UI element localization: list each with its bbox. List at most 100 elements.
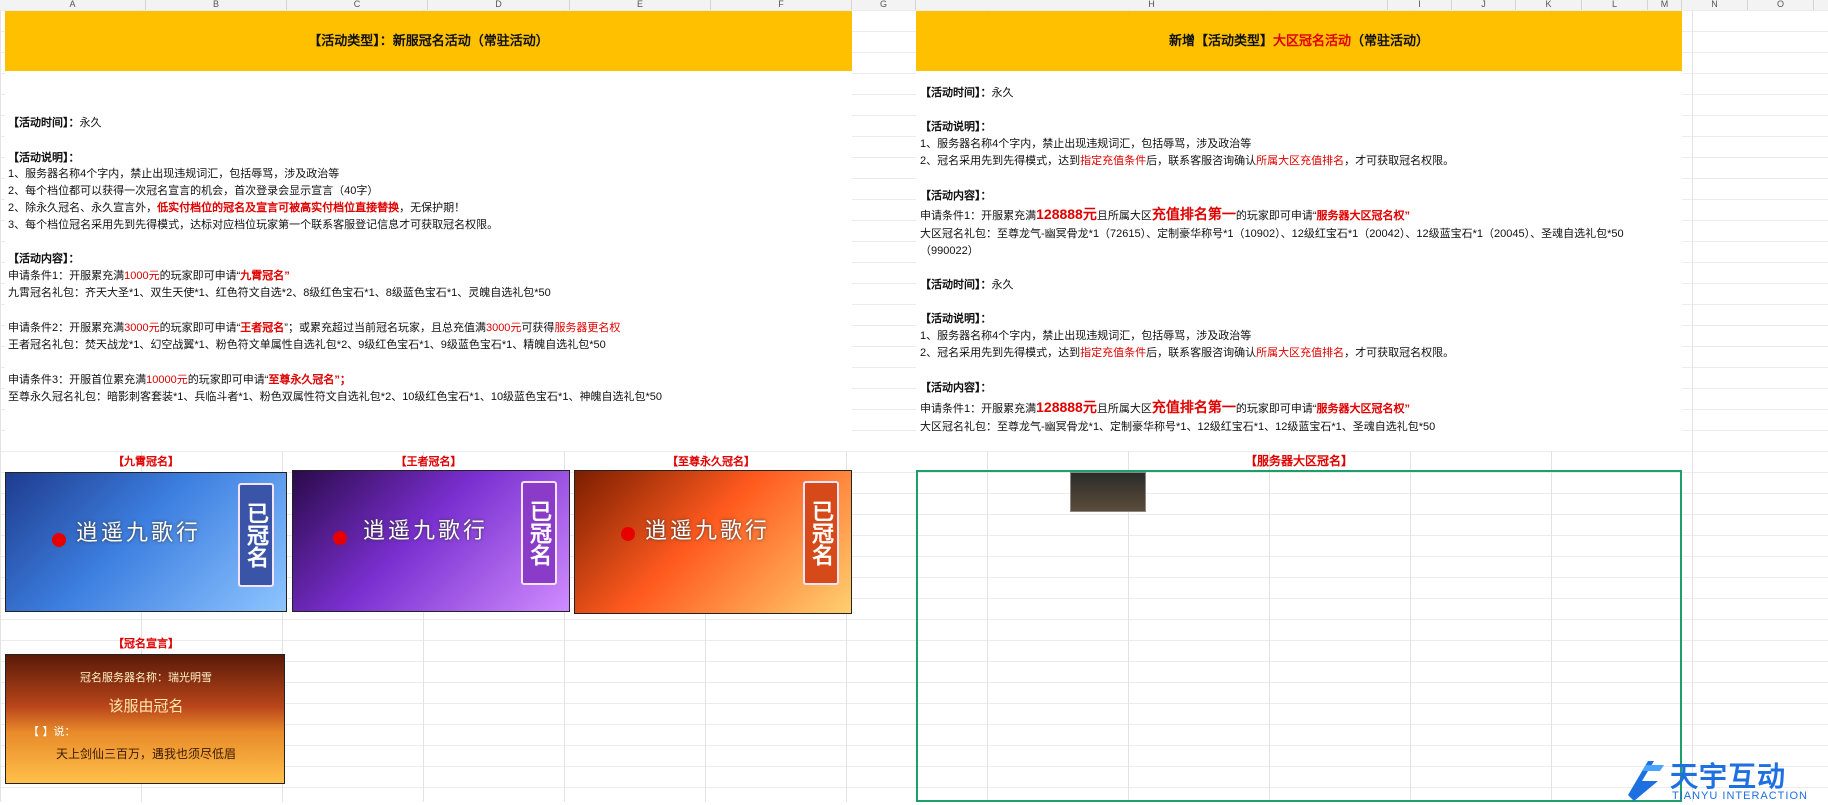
left-cond-3d: 至尊永久冠名 [268, 374, 335, 386]
left-desc-label: 【活动说明】： [8, 152, 80, 164]
column-header-e[interactable]: E [570, 0, 711, 10]
left-cond-1e: ” [284, 270, 290, 282]
right-d2c: 后，联系客服咨询确认 [1146, 155, 1257, 167]
left-cond-2f: 3000元 [485, 322, 522, 334]
left-desc-2: 2、每个档位都可以获得一次冠名宣言的机会，首次登录会显示宣言（40字） [8, 185, 379, 197]
right2-ce: 的玩家即可申请“ [1235, 403, 1317, 415]
column-header-c[interactable]: C [287, 0, 428, 10]
right-content-label-2: 【活动内容】： [920, 382, 992, 394]
left-cond-2e: ”；或累充超过当前冠名玩家，且总充值满 [284, 322, 486, 334]
right-cd: 充值排名第一 [1151, 206, 1236, 222]
right-cf: 服务器大区冠名权 [1316, 210, 1405, 222]
server-region-thumbnail[interactable] [1070, 472, 1146, 512]
left-cond-3: 申请条件3：开服首位累充满10000元的玩家即可申请“至尊永久冠名”； [8, 373, 351, 387]
right-ca: 申请条件1：开服累充满 [920, 210, 1037, 222]
declaration-image[interactable]: 冠名服务器名称：瑞光明雪 该服由冠名 【 】说： 天上剑仙三百万，遇我也须尽低眉 [5, 654, 285, 784]
right-desc-1-1: 1、服务器名称4个字内，禁止出现违规词汇，包括辱骂，涉及政治等 [920, 138, 1252, 150]
column-header-j[interactable]: J [1452, 0, 1516, 10]
right-banner-suffix: （常驻活动） [1351, 33, 1430, 48]
label-declaration: 【冠名宣言】 [113, 638, 179, 650]
column-header-i[interactable]: I [1388, 0, 1452, 10]
right-desc-2-1: 1、服务器名称4个字内，禁止出现违规词汇，包括辱骂，涉及政治等 [920, 330, 1252, 342]
right2-d2b: 指定充值条件 [1080, 347, 1147, 359]
column-header-g[interactable]: G [852, 0, 916, 10]
left-desc-4: 3、每个档位冠名采用先到先得模式，达标对应档位玩家第一个联系客服登记信息才可获取… [8, 219, 499, 231]
card-tag: 已冠名 [238, 483, 274, 587]
left-content-label: 【活动内容】： [8, 253, 80, 265]
right-time-row-2: 【活动时间】：永久 [920, 278, 1014, 292]
right-cg: ” [1404, 210, 1411, 222]
selected-cell-range[interactable] [916, 470, 1682, 802]
left-cond-3a: 申请条件3：开服首位累充满 [8, 374, 147, 386]
column-header-m[interactable]: M [1648, 0, 1682, 10]
right-desc-label-2: 【活动说明】： [920, 313, 992, 325]
column-header-n[interactable]: N [1682, 0, 1748, 10]
left-cond-3b: 10000元 [146, 374, 188, 386]
column-header-l[interactable]: L [1582, 0, 1648, 10]
zhizun-title-image[interactable]: 逍遥九歌行 已冠名 [574, 470, 852, 614]
right-cb: 128888元 [1036, 206, 1097, 222]
right-desc-2-2: 2、冠名采用先到先得模式，达到指定充值条件后，联系客服咨询确认所属大区充值排名，… [920, 346, 1454, 360]
left-banner-text: 【活动类型】：新服冠名活动（常驻活动） [308, 33, 549, 48]
column-header-o[interactable]: O [1748, 0, 1814, 10]
right-d2a: 2、冠名采用先到先得模式，达到 [920, 155, 1081, 167]
right2-cd: 充值排名第一 [1151, 399, 1236, 415]
right-d2d: 所属大区充值排名 [1256, 155, 1345, 167]
card-title: 逍遥九歌行 [645, 519, 771, 544]
right-gift-1: 大区冠名礼包：至尊龙气-幽冥骨龙*1（72615）、定制豪华称号*1（10902… [920, 228, 1624, 240]
left-desc-3: 2、除永久冠名、永久宣言外，低实付档位的冠名及宣言可被高实付档位直接替换，无保护… [8, 201, 465, 215]
right-time-label-2: 【活动时间】： [920, 279, 992, 291]
right-ce: 的玩家即可申请“ [1235, 210, 1317, 222]
column-header-k[interactable]: K [1516, 0, 1582, 10]
column-header-h[interactable]: H [916, 0, 1388, 10]
right-cond-1: 申请条件1：开服累充满128888元且所属大区充值排名第一的玩家即可申请“服务器… [920, 207, 1410, 223]
left-time-label: 【活动时间】： [8, 117, 80, 129]
left-desc-3b: 低实付档位的冠名及宣言可被高实付档位直接替换 [157, 202, 400, 214]
left-time-row: 【活动时间】：永久 [8, 116, 102, 130]
tianyu-logo: 天宇互动 TIANYU INTERACTION [1618, 755, 1828, 802]
column-header-b[interactable]: B [146, 0, 287, 10]
right2-cg: ” [1404, 403, 1411, 415]
right-d2e: ，才可获取冠名权限。 [1344, 155, 1455, 167]
column-header-d[interactable]: D [428, 0, 570, 10]
left-gift-1: 九霄冠名礼包：齐天大圣*1、双生天使*1、红色符文自选*2、8级红色宝石*1、8… [8, 287, 551, 299]
red-dot-marker [333, 531, 347, 545]
declaration-line-3: 【 】说： [28, 725, 76, 738]
card-tag: 已冠名 [521, 481, 557, 585]
right-time-label-1: 【活动时间】： [920, 87, 992, 99]
right2-d2d: 所属大区充值排名 [1256, 347, 1345, 359]
declaration-line-1: 冠名服务器名称：瑞光明雪 [80, 671, 212, 684]
label-server-region: 【服务器大区冠名】 [1244, 454, 1353, 468]
card-title: 逍遥九歌行 [363, 519, 489, 544]
wangzhe-title-image[interactable]: 逍遥九歌行 已冠名 [292, 470, 570, 612]
red-dot-marker [621, 527, 635, 541]
declaration-line-2: 该服由冠名 [108, 697, 184, 715]
left-time-value: 永久 [79, 117, 102, 129]
column-header-f[interactable]: F [711, 0, 852, 10]
left-cond-2g: 可获得 [521, 322, 555, 334]
column-header-a[interactable]: A [0, 0, 146, 10]
logo-cn-text: 天宇互动 [1670, 760, 1787, 793]
left-cond-2h: 服务器更名权 [554, 322, 621, 334]
right-time-row-1: 【活动时间】：永久 [920, 86, 1014, 100]
card-tag: 已冠名 [803, 481, 839, 585]
right2-cb: 128888元 [1036, 399, 1097, 415]
right2-cf: 服务器大区冠名权 [1316, 403, 1405, 415]
left-cond-2c: 的玩家即可申请“ [159, 322, 241, 334]
right-gift-1b: （990022） [920, 245, 979, 257]
card-title: 逍遥九歌行 [76, 521, 202, 546]
left-cond-3c: 的玩家即可申请“ [187, 374, 269, 386]
right2-ca: 申请条件1：开服累充满 [920, 403, 1037, 415]
right2-d2a: 2、冠名采用先到先得模式，达到 [920, 347, 1081, 359]
left-desc-3c: ，无保护期！ [399, 202, 466, 214]
left-cond-1: 申请条件1：开服累充满1000元的玩家即可申请“九霄冠名” [8, 269, 290, 283]
left-cond-1d: 九霄冠名 [240, 270, 285, 282]
red-dot-marker [52, 533, 66, 547]
label-wangzhe: 【王者冠名】 [395, 456, 462, 468]
right-time-value-1: 永久 [991, 87, 1014, 99]
right-desc-1-2: 2、冠名采用先到先得模式，达到指定充值条件后，联系客服咨询确认所属大区充值排名，… [920, 154, 1454, 168]
right-gift-2: 大区冠名礼包：至尊龙气-幽冥骨龙*1、定制豪华称号*1、12级红宝石*1、12级… [920, 421, 1436, 433]
jiuxiao-title-image[interactable]: 逍遥九歌行 已冠名 [5, 472, 287, 612]
right-time-value-2: 永久 [991, 279, 1014, 291]
left-cond-2d: 王者冠名 [240, 322, 285, 334]
